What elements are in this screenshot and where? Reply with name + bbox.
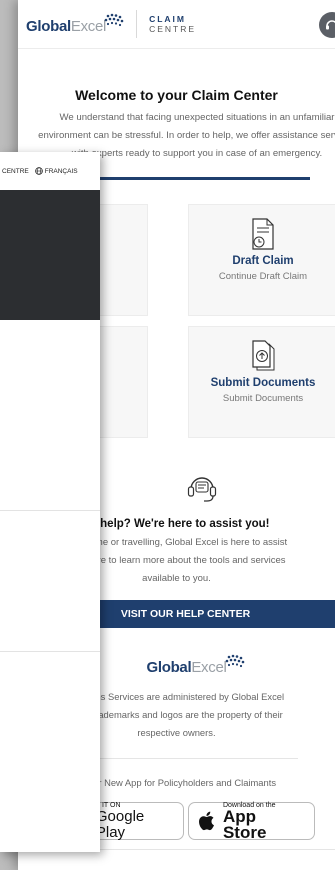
overlapping-window: CENTRE FRANÇAIS (0, 152, 100, 852)
front-window-nav: CENTRE FRANÇAIS (0, 152, 100, 190)
logo-globe-dots-icon (104, 13, 124, 27)
apple-icon (199, 811, 214, 831)
claim-centre-label: CLAIM CENTRE (149, 14, 197, 34)
language-toggle[interactable]: FRANÇAIS (34, 167, 78, 175)
front-window-divider (0, 510, 100, 511)
page-bottom-edge (18, 849, 335, 870)
headset-support-icon (187, 477, 216, 502)
front-window-divider-2 (0, 651, 100, 652)
app-store-badge[interactable]: Download on the App Store (188, 802, 315, 841)
upload-documents-icon (252, 340, 275, 371)
front-nav-centre-link[interactable]: CENTRE (2, 168, 29, 175)
draft-claim-card[interactable]: Draft Claim Continue Draft Claim (188, 204, 335, 316)
submit-documents-card[interactable]: Submit Documents Submit Documents (188, 326, 335, 438)
front-window-dark-banner (0, 190, 100, 320)
user-account-button[interactable] (319, 12, 335, 38)
globe-icon (34, 167, 43, 175)
footer-logo-globe-dots-icon (225, 654, 244, 668)
header-divider (136, 10, 138, 38)
draft-claim-document-clock-icon (252, 218, 274, 250)
headset-icon (326, 20, 335, 30)
global-excel-logo[interactable]: GlobalExcel (26, 13, 126, 35)
section-divider (94, 177, 310, 180)
welcome-title: Welcome to your Claim Center (75, 87, 278, 103)
site-header: GlobalExcel CLAIM CENTRE (18, 0, 335, 49)
